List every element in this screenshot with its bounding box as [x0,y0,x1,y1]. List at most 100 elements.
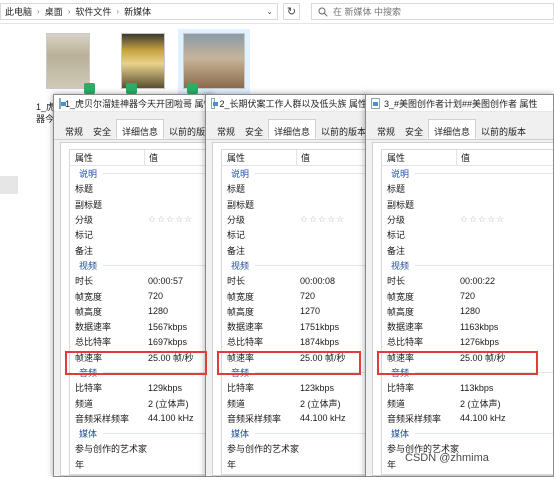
breadcrumb-item[interactable]: 桌面 [45,5,63,18]
property-row[interactable]: 帧高度 1280 [70,304,212,319]
property-row[interactable]: 频道 2 (立体声) [222,395,367,410]
property-row[interactable]: 标记 [222,227,367,242]
breadcrumb[interactable]: 此电脑 › 桌面 › 软件文件 › 新媒体 ⌄ [0,3,278,20]
property-row[interactable]: 音频采样频率 44.100 kHz [222,411,367,426]
property-row[interactable]: 参与创作的艺术家 [70,441,212,456]
tab-details[interactable]: 详细信息 [268,119,317,139]
video-thumbnail[interactable] [46,33,90,89]
property-row[interactable]: 总比特率 1874kbps [222,334,367,349]
property-row[interactable]: 帧宽度 720 [70,288,212,303]
property-value: 1163kbps [460,321,499,332]
property-row[interactable]: 备注 [222,242,367,257]
video-thumbnail[interactable] [183,33,245,89]
property-row[interactable]: 标记 [382,227,553,242]
property-row[interactable]: 总比特率 1276kbps [382,334,553,349]
property-row[interactable]: 分级 ☆☆☆☆☆ [382,212,553,227]
dialog-title-bar[interactable]: 3_#美图创作者计划##美图创作者 属性 [366,95,553,112]
property-row[interactable]: 帧高度 1270 [222,304,367,319]
property-row[interactable]: 音频采样频率 44.100 kHz [382,411,553,426]
property-row[interactable]: 备注 [70,242,212,257]
tab-details[interactable]: 详细信息 [116,119,165,139]
property-row[interactable]: 比特率 123kbps [222,380,367,395]
property-row[interactable]: 比特率 113kbps [382,380,553,395]
rating-stars[interactable]: ☆☆☆☆☆ [456,214,505,225]
property-row[interactable]: 分级 ☆☆☆☆☆ [222,212,367,227]
property-row[interactable]: 年 [222,457,367,472]
tab-security[interactable]: 安全 [240,121,268,139]
frame-rate-highlight [65,351,207,375]
property-row[interactable]: 时长 00:00:08 [222,273,367,288]
property-value: 113kbps [460,382,494,393]
property-row[interactable]: 参与创作的艺术家 [222,441,367,456]
property-row[interactable]: 年 [70,457,212,472]
property-name: 标题 [227,184,246,195]
group-header: 视频 [222,258,367,273]
tab-general[interactable]: 常规 [212,121,240,139]
tab-general[interactable]: 常规 [372,121,400,139]
breadcrumb-item[interactable]: 新媒体 [124,5,151,18]
property-name: 时长 [75,276,94,287]
property-row[interactable]: 标题 [70,181,212,196]
column-header-value[interactable]: 值 [456,150,470,166]
search-icon [318,7,328,17]
property-value: 00:00:22 [460,275,496,286]
tab-general[interactable]: 常规 [60,121,88,139]
property-row[interactable]: 时长 00:00:22 [382,273,553,288]
tab-previous-versions[interactable]: 以前的版本 [476,121,531,139]
property-row[interactable]: 频道 2 (立体声) [70,395,212,410]
property-name: 比特率 [75,383,103,394]
breadcrumb-item[interactable]: 此电脑 [5,5,32,18]
property-row[interactable]: 帧宽度 720 [382,288,553,303]
property-row[interactable]: 备注 [382,242,553,257]
rating-stars[interactable]: ☆☆☆☆☆ [296,214,345,225]
property-name: 比特率 [227,383,255,394]
column-header-property[interactable]: 属性 [382,151,456,164]
column-header-property[interactable]: 属性 [222,151,296,164]
property-row[interactable]: 帧高度 1280 [382,304,553,319]
tab-previous-versions[interactable]: 以前的版本 [316,121,367,139]
property-row[interactable]: 标题 [222,181,367,196]
dialog-title: 2_长期伏案工作人群以及低头族 属性 [219,98,367,109]
property-row[interactable]: 比特率 129kbps [70,380,212,395]
property-row[interactable]: 副标题 [222,197,367,212]
property-row[interactable]: 标记 [70,227,212,242]
property-name: 帧高度 [75,306,103,317]
column-header-value[interactable]: 值 [296,150,310,166]
properties-dialog-1[interactable]: 1_虎贝尔溜娃神器今天开团啦哥 属性 常规 安全 详细信息 以前的版本 属性值说… [53,94,213,477]
property-row[interactable]: 音频采样频率 44.100 kHz [70,411,212,426]
property-row[interactable]: 标题 [382,181,553,196]
tab-security[interactable]: 安全 [88,121,116,139]
property-list[interactable]: 属性值说明 标题 副标题 分级 ☆☆☆☆☆ 标记 备注 视频 时长 00:00:08 帧宽度 720 帧… [221,149,367,475]
property-name: 备注 [227,245,246,256]
tab-security[interactable]: 安全 [400,121,428,139]
column-header-value[interactable]: 值 [144,150,158,166]
property-row[interactable]: 数据速率 1567kbps [70,319,212,334]
property-value: 1276kbps [460,336,500,347]
nav-pane-selection[interactable] [0,176,18,194]
refresh-button[interactable]: ↻ [283,3,300,20]
property-row[interactable]: 帧宽度 720 [222,288,367,303]
property-value: 1751kbps [300,321,340,332]
property-row[interactable]: 数据速率 1751kbps [222,319,367,334]
column-header-property[interactable]: 属性 [70,151,144,164]
chevron-down-icon[interactable]: ⌄ [266,7,273,16]
properties-dialog-2[interactable]: 2_长期伏案工作人群以及低头族 属性 常规 安全 详细信息 以前的版本 属性值说… [205,94,368,477]
search-input[interactable]: 在 新媒体 中搜索 [311,3,554,20]
rating-stars[interactable]: ☆☆☆☆☆ [144,214,193,225]
property-row[interactable]: 副标题 [382,197,553,212]
property-row[interactable]: 时长 00:00:57 [70,273,212,288]
property-row[interactable]: 数据速率 1163kbps [382,319,553,334]
video-thumbnail[interactable] [121,33,165,89]
tab-details[interactable]: 详细信息 [428,119,477,139]
property-list[interactable]: 属性值说明 标题 副标题 分级 ☆☆☆☆☆ 标记 备注 视频 时长 00:00:57 帧宽度 720 帧… [69,149,212,475]
dialog-title-bar[interactable]: 1_虎贝尔溜娃神器今天开团啦哥 属性 [54,95,212,112]
property-row[interactable]: 副标题 [70,197,212,212]
property-row[interactable]: 分级 ☆☆☆☆☆ [70,212,212,227]
breadcrumb-item[interactable]: 软件文件 [75,5,111,18]
property-list[interactable]: 属性值说明 标题 副标题 分级 ☆☆☆☆☆ 标记 备注 视频 时长 00:00:22 帧宽度 720 帧… [381,149,553,475]
property-row[interactable]: 频道 2 (立体声) [382,395,553,410]
property-name: 副标题 [387,199,415,210]
properties-dialog-3[interactable]: 3_#美图创作者计划##美图创作者 属性 常规 安全 详细信息 以前的版本 属性… [365,94,554,477]
dialog-title-bar[interactable]: 2_长期伏案工作人群以及低头族 属性 [206,95,367,112]
property-row[interactable]: 总比特率 1697kbps [70,334,212,349]
